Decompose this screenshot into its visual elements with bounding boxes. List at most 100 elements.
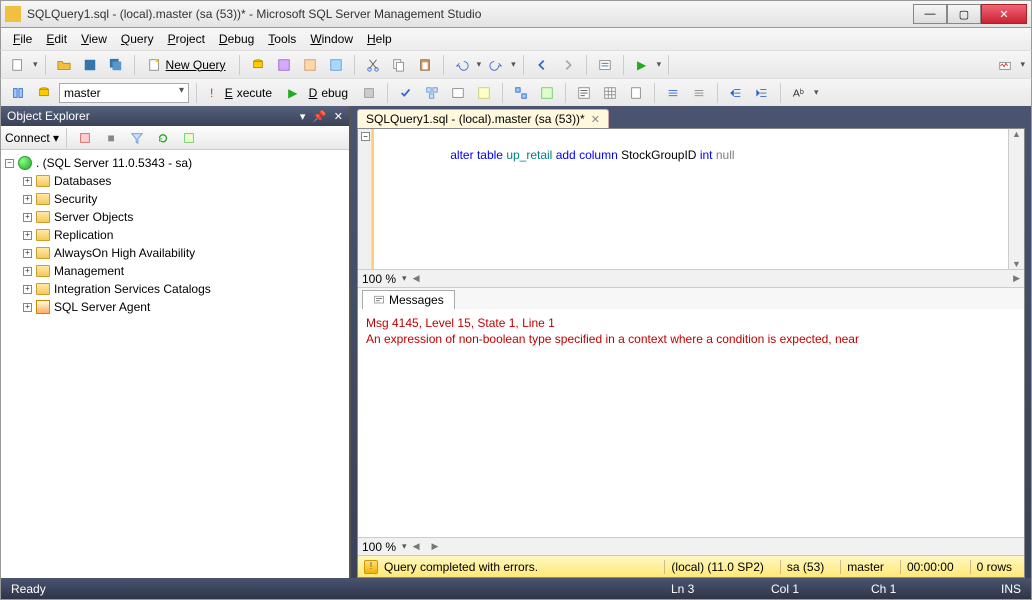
database-combo[interactable]: master <box>59 83 189 103</box>
scroll-down-icon[interactable]: ▼ <box>1012 259 1021 269</box>
nav-back-button[interactable] <box>531 54 553 76</box>
menu-query[interactable]: Query <box>115 30 160 48</box>
expand-icon[interactable]: + <box>23 267 32 276</box>
dmx-query-icon[interactable] <box>299 54 321 76</box>
find-button[interactable] <box>594 54 616 76</box>
outline-collapse-icon[interactable]: − <box>361 132 370 141</box>
debug-button[interactable]: ▶ Debug <box>282 84 354 102</box>
messages-tab[interactable]: Messages <box>362 290 455 309</box>
expand-icon[interactable]: + <box>23 231 32 240</box>
new-project-button[interactable] <box>7 54 29 76</box>
specify-template-button[interactable]: Aᵇ <box>788 82 810 104</box>
zoom-dropdown-icon[interactable]: ▾ <box>402 273 407 284</box>
scroll-left-icon[interactable]: ◀ <box>413 273 420 284</box>
intellisense-button[interactable] <box>473 82 495 104</box>
stop-button[interactable]: ■ <box>100 127 122 149</box>
zoom-value[interactable]: 100 % <box>362 272 396 286</box>
tree-root[interactable]: − . (SQL Server 11.0.5343 - sa) <box>3 154 347 172</box>
results-file-button[interactable] <box>625 82 647 104</box>
disconnect-button[interactable] <box>74 127 96 149</box>
dropdown-icon[interactable]: ▾ <box>511 59 516 70</box>
messages-pane[interactable]: Msg 4145, Level 15, State 1, Line 1 An e… <box>358 309 1024 537</box>
expand-icon[interactable]: + <box>23 303 32 312</box>
comment-button[interactable] <box>662 82 684 104</box>
redo-button[interactable] <box>485 54 507 76</box>
tree-node-agent[interactable]: + SQL Server Agent <box>3 298 347 316</box>
results-text-button[interactable] <box>573 82 595 104</box>
menu-debug[interactable]: Debug <box>213 30 260 48</box>
nav-fwd-button[interactable] <box>557 54 579 76</box>
registered-servers-button[interactable] <box>178 127 200 149</box>
menu-window[interactable]: Window <box>304 30 359 48</box>
tab-close-icon[interactable]: ✕ <box>591 113 600 126</box>
menu-tools[interactable]: Tools <box>262 30 302 48</box>
tree-node-alwayson[interactable]: + AlwaysOn High Availability <box>3 244 347 262</box>
copy-button[interactable] <box>388 54 410 76</box>
panel-menu-icon[interactable]: ▾ <box>300 111 306 123</box>
panel-close-icon[interactable]: ✕ <box>334 111 343 123</box>
menu-help[interactable]: Help <box>361 30 398 48</box>
pin-icon[interactable]: 📌 <box>313 111 327 123</box>
execute-button[interactable]: ! Execute <box>204 84 278 102</box>
tree-node-databases[interactable]: + Databases <box>3 172 347 190</box>
menu-edit[interactable]: Edit <box>40 30 73 48</box>
menu-file[interactable]: File <box>7 30 38 48</box>
refresh-button[interactable] <box>152 127 174 149</box>
tree-node-replication[interactable]: + Replication <box>3 226 347 244</box>
tree-node-server-objects[interactable]: + Server Objects <box>3 208 347 226</box>
save-all-button[interactable] <box>105 54 127 76</box>
uncomment-button[interactable] <box>688 82 710 104</box>
start-button[interactable]: ▶ <box>631 54 653 76</box>
save-button[interactable] <box>79 54 101 76</box>
db-engine-query-icon[interactable] <box>247 54 269 76</box>
zoom-dropdown-icon[interactable]: ▾ <box>402 541 407 552</box>
activity-monitor-button[interactable] <box>994 54 1016 76</box>
document-tab[interactable]: SQLQuery1.sql - (local).master (sa (53))… <box>357 109 609 128</box>
dropdown-icon[interactable]: ▾ <box>657 59 662 70</box>
scroll-right-icon[interactable]: ▶ <box>1013 273 1020 284</box>
menu-project[interactable]: Project <box>162 30 211 48</box>
scroll-up-icon[interactable]: ▲ <box>1012 129 1021 139</box>
include-stats-button[interactable] <box>536 82 558 104</box>
xmla-query-icon[interactable] <box>325 54 347 76</box>
paste-button[interactable] <box>414 54 436 76</box>
expand-icon[interactable]: + <box>23 195 32 204</box>
use-db-button[interactable] <box>33 82 55 104</box>
expand-icon[interactable]: + <box>23 213 32 222</box>
tree-node-integration[interactable]: + Integration Services Catalogs <box>3 280 347 298</box>
include-plan-button[interactable] <box>510 82 532 104</box>
parse-button[interactable] <box>395 82 417 104</box>
maximize-button[interactable]: ▢ <box>947 4 981 24</box>
collapse-icon[interactable]: − <box>5 159 14 168</box>
cut-button[interactable] <box>362 54 384 76</box>
menu-view[interactable]: View <box>75 30 113 48</box>
dropdown-icon[interactable]: ▾ <box>814 87 819 98</box>
editor-scrollbar[interactable]: ▲ ▼ <box>1008 129 1024 269</box>
scroll-right-icon[interactable]: ▶ <box>431 541 438 552</box>
close-button[interactable]: ✕ <box>981 4 1027 24</box>
tree-node-security[interactable]: + Security <box>3 190 347 208</box>
dropdown-icon[interactable]: ▾ <box>1020 59 1025 70</box>
tree-node-management[interactable]: + Management <box>3 262 347 280</box>
code-editor[interactable]: −alter table up_retail add column StockG… <box>358 129 1024 269</box>
estimated-plan-button[interactable] <box>421 82 443 104</box>
expand-icon[interactable]: + <box>23 177 32 186</box>
cancel-query-button[interactable] <box>358 82 380 104</box>
scroll-left-icon[interactable]: ◀ <box>413 541 420 552</box>
query-options-button[interactable] <box>447 82 469 104</box>
expand-icon[interactable]: + <box>23 249 32 258</box>
expand-icon[interactable]: + <box>23 285 32 294</box>
indent-button[interactable] <box>725 82 747 104</box>
undo-button[interactable] <box>451 54 473 76</box>
dropdown-icon[interactable]: ▾ <box>33 59 38 70</box>
outdent-button[interactable] <box>751 82 773 104</box>
change-connection-button[interactable] <box>7 82 29 104</box>
results-grid-button[interactable] <box>599 82 621 104</box>
mdx-query-icon[interactable] <box>273 54 295 76</box>
minimize-button[interactable]: — <box>913 4 947 24</box>
dropdown-icon[interactable]: ▾ <box>477 59 482 70</box>
zoom-value[interactable]: 100 % <box>362 540 396 554</box>
new-query-button[interactable]: New Query <box>142 56 232 74</box>
connect-button[interactable]: Connect ▾ <box>5 131 59 145</box>
code-text[interactable]: −alter table up_retail add column StockG… <box>372 129 1008 269</box>
